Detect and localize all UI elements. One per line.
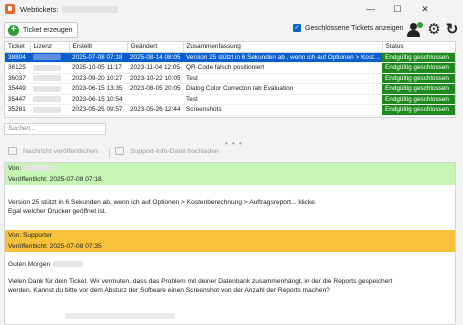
message-published: Veröffentlicht: 2025-07-08 07:35 bbox=[8, 243, 102, 250]
support-message-header: Von: Supporter Veröffentlicht: 2025-07-0… bbox=[5, 230, 455, 252]
cell-ticket: 35447 bbox=[5, 94, 30, 105]
support-message-body: Guten Morgen Vielen Dank für dein Ticket… bbox=[5, 252, 455, 295]
cell-created: 2023-06-15 13:35 bbox=[69, 83, 127, 95]
cell-changed: 2025-08-14 08:05 bbox=[127, 52, 183, 63]
window-title: Webtickets: bbox=[20, 4, 59, 14]
cell-license bbox=[30, 104, 69, 116]
cell-license bbox=[30, 73, 69, 84]
cell-created: 2025-10-05 11:17 bbox=[69, 62, 127, 74]
cell-summary: QR-Code falsch positioniert bbox=[183, 62, 382, 74]
table-row[interactable]: 36125 2025-10-05 11:17 2023-11-04 12:05 … bbox=[5, 62, 455, 74]
ticket-table: Ticket Lizenz Erstellt Geändert Zusammen… bbox=[4, 41, 456, 118]
cell-created: 2023-06-15 10:54 bbox=[69, 94, 127, 105]
create-ticket-label: Ticket erzeugen bbox=[23, 26, 73, 34]
message-line: Version 25 stützt in 6 Sekunden ab, wenn… bbox=[8, 199, 317, 206]
column-header-changed[interactable]: Geändert bbox=[127, 42, 184, 53]
cell-license bbox=[30, 62, 69, 74]
upload-icon bbox=[115, 147, 124, 155]
message-icon bbox=[8, 147, 17, 155]
close-button[interactable]: ✕ bbox=[411, 0, 439, 18]
app-icon bbox=[5, 4, 15, 14]
message-sender: Von: bbox=[5, 163, 455, 174]
create-ticket-button[interactable]: + Ticket erzeugen bbox=[4, 22, 78, 38]
cell-ticket: 36125 bbox=[5, 62, 30, 74]
customer-message-body: Version 25 stützt in 6 Sekunden ab, wenn… bbox=[5, 185, 455, 216]
cell-summary: Version 25 stützt in 6 Sekunden ab , wen… bbox=[183, 52, 382, 63]
cell-summary: Test bbox=[183, 73, 382, 84]
cell-summary: Dialog Color Correcton tab Evaluation bbox=[183, 83, 382, 95]
cell-license bbox=[30, 52, 69, 63]
toolbar: + Ticket erzeugen ✓ Geschlossene Tickets… bbox=[0, 19, 463, 41]
message-thread: Von: Veröffentlicht: 2025-07-08 07:18 Ve… bbox=[4, 162, 456, 325]
upload-support-info-button[interactable]: Support-Info-Datei hochladen bbox=[115, 147, 219, 155]
table-row[interactable]: 35449 2023-06-15 13:35 2023-08-05 20:05 … bbox=[5, 83, 455, 95]
search-input[interactable]: Suchen... bbox=[4, 123, 106, 135]
cell-changed: 2023-10-22 10:05 bbox=[127, 73, 183, 84]
window-title-redacted bbox=[61, 5, 118, 13]
maximize-button[interactable]: ☐ bbox=[384, 0, 411, 18]
cell-summary: Test bbox=[183, 94, 382, 105]
cell-created: 2025-07-08 07:18 bbox=[69, 52, 127, 63]
cell-ticket: 35449 bbox=[5, 83, 30, 95]
customer-message-header: Von: Veröffentlicht: 2025-07-08 07:18 bbox=[5, 163, 455, 185]
message-sender: Von: Supporter bbox=[8, 232, 52, 239]
show-closed-label: Geschlossene Tickets anzeigen bbox=[305, 24, 404, 32]
publish-message-label: Nachricht veröffentlichen bbox=[23, 147, 98, 155]
title-bar: Webtickets: — ☐ ✕ bbox=[0, 0, 463, 18]
minimize-button[interactable]: — bbox=[357, 0, 384, 18]
checkmark-icon: ✓ bbox=[293, 24, 301, 32]
column-header-created[interactable]: Erstellt bbox=[69, 42, 128, 53]
upload-support-info-label: Support-Info-Datei hochladen bbox=[130, 147, 219, 155]
table-row[interactable]: 36037 2023-09-20 10:27 2023-10-22 10:05 … bbox=[5, 73, 455, 84]
cell-ticket: 35281 bbox=[5, 104, 30, 116]
show-closed-checkbox[interactable]: ✓ Geschlossene Tickets anzeigen bbox=[293, 24, 403, 32]
cell-changed: 2023-08-05 20:05 bbox=[127, 83, 183, 95]
cell-status: Endgültig geschlossen bbox=[382, 62, 455, 74]
cell-summary: Screenshots bbox=[183, 104, 382, 116]
cell-status: Endgültig geschlossen bbox=[382, 52, 455, 63]
table-row[interactable]: 38804 2025-07-08 07:18 2025-08-14 08:05 … bbox=[5, 52, 455, 63]
gear-icon[interactable]: ⚙ bbox=[426, 22, 442, 38]
cell-status: Endgültig geschlossen bbox=[382, 94, 455, 105]
cell-changed bbox=[127, 94, 183, 105]
cell-created: 2023-09-20 10:27 bbox=[69, 73, 127, 84]
message-line: werden. Kannst du bitte vor dem Absturz … bbox=[8, 287, 330, 294]
table-row[interactable]: 35447 2023-06-15 10:54 Test Endgültig ge… bbox=[5, 94, 455, 105]
cell-ticket: 38804 bbox=[5, 52, 30, 63]
toolbar-divider bbox=[109, 148, 110, 158]
cell-status: Endgültig geschlossen bbox=[382, 83, 455, 95]
message-greeting: Guten Morgen bbox=[8, 260, 452, 269]
redacted-text bbox=[65, 313, 175, 319]
column-header-ticket[interactable]: Ticket bbox=[5, 42, 31, 53]
table-row[interactable]: 35281 2023-05-25 09:57 2023-05-26 12:44 … bbox=[5, 104, 455, 116]
column-header-status[interactable]: Status bbox=[382, 42, 455, 53]
message-line: Vielen Dank für dein Ticket. Wir vermute… bbox=[8, 278, 393, 285]
cell-status: Endgültig geschlossen bbox=[382, 104, 455, 116]
cell-status: Endgültig geschlossen bbox=[382, 73, 455, 84]
refresh-icon[interactable]: ↻ bbox=[444, 22, 460, 38]
cell-changed: 2023-05-26 12:44 bbox=[127, 104, 183, 116]
plus-icon: + bbox=[8, 24, 19, 36]
cell-ticket: 36037 bbox=[5, 73, 30, 84]
cell-changed: 2023-11-04 12:05 bbox=[127, 62, 183, 74]
cell-license bbox=[30, 83, 69, 95]
cell-created: 2023-05-25 09:57 bbox=[69, 104, 127, 116]
user-status-icon[interactable] bbox=[406, 22, 423, 38]
message-published: Veröffentlicht: 2025-07-08 07:18 bbox=[8, 176, 102, 183]
message-line: Egal welcher Drucker geöffnet ist. bbox=[8, 208, 107, 215]
column-header-license[interactable]: Lizenz bbox=[30, 42, 70, 53]
cell-license bbox=[30, 94, 69, 105]
table-header: Ticket Lizenz Erstellt Geändert Zusammen… bbox=[5, 42, 455, 53]
message-toolbar: Nachricht veröffentlichen Support-Info-D… bbox=[0, 145, 463, 161]
publish-message-button[interactable]: Nachricht veröffentlichen bbox=[8, 147, 98, 155]
column-header-summary[interactable]: Zusammenfassung bbox=[183, 42, 383, 53]
